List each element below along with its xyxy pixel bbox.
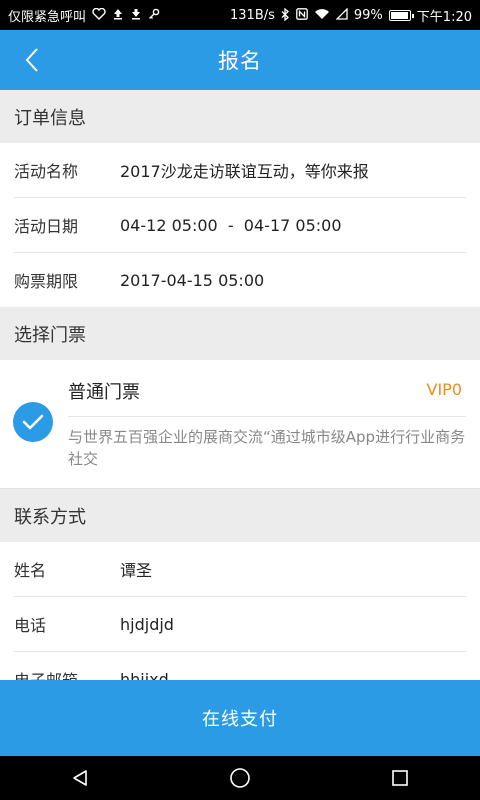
contact-row-phone[interactable]: 电话 hjdjdjd — [14, 597, 466, 652]
heart-pulse-icon — [92, 7, 106, 22]
app-bar: 报名 — [0, 30, 480, 90]
info-row-ticket-deadline: 购票期限 2017-04-15 05:00 — [14, 253, 466, 307]
contact-header: 联系方式 — [0, 489, 480, 542]
phone-field[interactable]: hjdjdjd — [120, 615, 174, 634]
divider — [68, 416, 466, 417]
info-row-activity-date: 活动日期 04-12 05:00 - 04-17 05:00 — [14, 198, 466, 253]
nfc-icon — [296, 8, 308, 22]
contact-row-name[interactable]: 姓名 谭圣 — [14, 542, 466, 597]
ticket-section-header: 选择门票 — [0, 307, 480, 360]
order-info-list: 活动名称 2017沙龙走访联谊互动，等你来报 活动日期 04-12 05:00 … — [0, 143, 480, 307]
contact-label: 姓名 — [14, 561, 47, 580]
ticket-option[interactable]: 普通门票 VIP0 与世界五百强企业的展商交流“通过城市级App进行行业商务 社… — [0, 360, 480, 489]
clock: 下午1:20 — [416, 9, 472, 25]
battery-icon — [388, 9, 414, 21]
info-label: 活动日期 — [14, 217, 79, 236]
form-content[interactable]: 订单信息 活动名称 2017沙龙走访联谊互动，等你来报 活动日期 04-12 0… — [0, 90, 480, 680]
status-bar: 仅限紧急呼叫 131B/s 99% 下午1:20 — [0, 0, 480, 30]
email-field[interactable]: hhjjxd — [120, 670, 169, 681]
name-field[interactable]: 谭圣 — [120, 557, 152, 581]
network-speed: 131B/s — [230, 7, 275, 23]
check-icon — [22, 414, 44, 430]
status-left-text: 仅限紧急呼叫 — [8, 9, 87, 25]
info-value: 2017-04-15 05:00 — [120, 270, 265, 290]
key-icon — [148, 8, 160, 22]
nav-recents-button[interactable] — [370, 756, 430, 800]
pay-online-button[interactable]: 在线支付 — [0, 680, 480, 756]
ticket-price: VIP0 — [426, 380, 463, 399]
nav-home-button[interactable] — [210, 756, 270, 800]
upload-icon — [112, 8, 124, 22]
info-label: 购票期限 — [14, 272, 79, 291]
info-label: 活动名称 — [14, 162, 79, 181]
triangle-back-icon — [73, 770, 87, 786]
page-title: 报名 — [218, 49, 262, 73]
info-value: 2017沙龙走访联谊互动，等你来报 — [120, 162, 369, 181]
ticket-description: 与世界五百强企业的展商交流“通过城市级App进行行业商务 社交 — [68, 428, 466, 468]
back-button[interactable] — [10, 30, 54, 90]
contact-row-email[interactable]: 电子邮箱 hhjjxd — [14, 652, 466, 681]
contact-label: 电子邮箱 — [14, 667, 120, 680]
chevron-left-icon — [25, 48, 38, 72]
download-icon — [130, 8, 142, 22]
contact-list: 姓名 谭圣 电话 hjdjdjd 电子邮箱 hhjjxd — [0, 542, 480, 680]
nav-back-button[interactable] — [50, 756, 110, 800]
order-info-header: 订单信息 — [0, 90, 480, 143]
battery-percent: 99% — [353, 7, 383, 23]
wifi-icon — [314, 8, 330, 22]
circle-home-icon — [230, 768, 250, 788]
signal-icon — [335, 7, 348, 22]
info-row-activity-name: 活动名称 2017沙龙走访联谊互动，等你来报 — [14, 143, 466, 198]
ticket-radio[interactable] — [13, 402, 53, 442]
ticket-name: 普通门票 — [68, 382, 140, 403]
system-nav-bar — [0, 756, 480, 800]
square-recents-icon — [392, 770, 408, 786]
info-value: 04-12 05:00 - 04-17 05:00 — [120, 215, 342, 235]
bluetooth-icon — [281, 7, 290, 23]
contact-label: 电话 — [14, 616, 47, 635]
